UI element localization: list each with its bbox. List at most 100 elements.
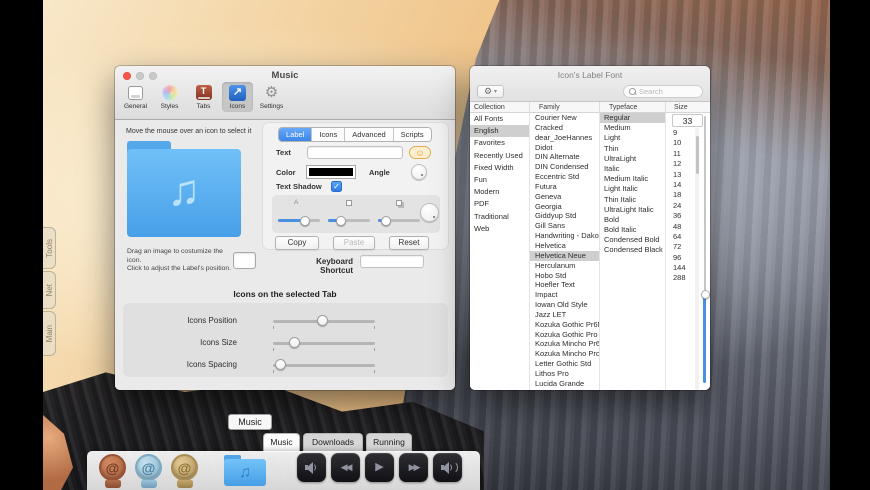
typeface-item[interactable]: Italic (600, 164, 665, 174)
collection-item[interactable]: Recently Used (470, 150, 529, 162)
size-item[interactable]: 24 (666, 201, 695, 211)
family-item[interactable]: Georgia (530, 202, 599, 212)
edge-tab-main[interactable]: Main (43, 311, 56, 356)
family-item[interactable]: Kozuka Gothic Pr6N (530, 320, 599, 330)
edge-tab-net[interactable]: Net (43, 271, 56, 309)
tab-scripts[interactable]: Scripts (393, 128, 431, 141)
dock-tab-music[interactable]: Music (263, 433, 300, 452)
family-item[interactable]: Cracked (530, 123, 599, 133)
size-item[interactable]: 18 (666, 190, 695, 200)
family-item[interactable]: Jazz LET (530, 310, 599, 320)
toolbar-item-styles[interactable]: Styles (154, 82, 185, 112)
dock-tab-downloads[interactable]: Downloads (303, 433, 363, 452)
collection-item[interactable]: All Fonts (470, 113, 529, 125)
family-item[interactable]: Handwriting - Dakota (530, 231, 599, 241)
size-item[interactable]: 11 (666, 149, 695, 159)
collection-item[interactable]: Fun (470, 174, 529, 186)
play-button[interactable]: ▶ (365, 453, 394, 482)
collection-item[interactable]: PDF (470, 198, 529, 210)
family-item[interactable]: Giddyup Std (530, 211, 599, 221)
collection-item[interactable]: Traditional (470, 211, 529, 223)
family-item[interactable]: Gill Sans (530, 221, 599, 231)
size-slider[interactable] (700, 116, 710, 383)
family-header[interactable]: Family (530, 102, 600, 113)
typeface-item[interactable]: UltraLight (600, 154, 665, 164)
family-item[interactable]: Kozuka Mincho Pro (530, 349, 599, 359)
family-item[interactable]: Lithos Pro (530, 369, 599, 379)
family-item[interactable]: Iowan Old Style (530, 300, 599, 310)
family-item[interactable]: Didot (530, 143, 599, 153)
collection-item[interactable]: Favorites (470, 137, 529, 149)
shadow-opacity-slider[interactable] (278, 215, 320, 226)
family-item[interactable]: Helvetica Neue (530, 250, 599, 261)
typeface-item[interactable]: Medium Italic (600, 174, 665, 184)
family-item[interactable]: Hobo Std (530, 271, 599, 281)
size-item[interactable]: 36 (666, 211, 695, 221)
family-item[interactable]: Herculanum (530, 261, 599, 271)
family-item[interactable]: Geneva (530, 192, 599, 202)
size-item[interactable]: 12 (666, 159, 695, 169)
zoom-button[interactable] (149, 72, 157, 80)
shadow-offset-slider[interactable] (378, 215, 420, 226)
family-item[interactable]: DIN Alternate (530, 152, 599, 162)
font-search-input[interactable]: Search (623, 85, 703, 98)
size-value-input[interactable]: 33 (672, 114, 703, 127)
size-item[interactable]: 48 (666, 222, 695, 232)
family-item[interactable]: Kozuka Gothic Pro (530, 330, 599, 340)
image-well[interactable] (233, 252, 256, 269)
reset-button[interactable]: Reset (389, 236, 429, 250)
collection-item[interactable]: Modern (470, 186, 529, 198)
close-button[interactable] (123, 72, 131, 80)
collection-header[interactable]: Collection (470, 102, 530, 113)
size-item[interactable]: 9 (666, 128, 695, 138)
tab-advanced[interactable]: Advanced (345, 128, 394, 141)
typeface-item[interactable]: Bold (600, 215, 665, 225)
family-item[interactable]: DIN Condensed (530, 162, 599, 172)
size-item[interactable]: 96 (666, 253, 695, 263)
size-item[interactable]: 10 (666, 138, 695, 148)
minimize-button[interactable] (136, 72, 144, 80)
toolbar-item-general[interactable]: General (120, 82, 151, 112)
icons-spacing-slider[interactable] (273, 359, 375, 372)
angle-dial[interactable] (411, 164, 427, 180)
font-actions-button[interactable]: ⚙ ▾ (477, 85, 504, 98)
icons-size-slider[interactable] (273, 337, 375, 350)
shadow-angle-dial[interactable] (420, 203, 439, 222)
at-stamp-copper-icon[interactable]: @ (98, 454, 128, 488)
size-list-scrollbar[interactable] (695, 128, 699, 390)
family-item[interactable]: Kozuka Mincho Pr6N (530, 339, 599, 349)
typeface-item[interactable]: Condensed Black (600, 245, 665, 255)
copy-button[interactable]: Copy (275, 236, 319, 250)
size-header[interactable]: Size (666, 102, 710, 113)
tab-label[interactable]: Label (279, 128, 313, 141)
volume-down-button[interactable] (297, 453, 326, 482)
size-item[interactable]: 288 (666, 273, 695, 283)
color-well[interactable] (307, 166, 355, 178)
family-item[interactable]: Courier New (530, 113, 599, 123)
music-folder-icon[interactable]: ♫ (224, 455, 266, 486)
typeface-item[interactable]: Medium (600, 123, 665, 133)
size-item[interactable]: 14 (666, 180, 695, 190)
rewind-button[interactable]: ◀◀ (331, 453, 360, 482)
size-item[interactable]: 13 (666, 170, 695, 180)
collection-item[interactable]: English (470, 125, 529, 138)
size-item[interactable]: 72 (666, 242, 695, 252)
at-stamp-gold-icon[interactable]: @ (170, 454, 200, 488)
family-item[interactable]: Helvetica (530, 241, 599, 251)
family-item[interactable]: Letter Gothic Std (530, 359, 599, 369)
emoji-picker-button[interactable]: ☺ (409, 146, 431, 159)
fast-forward-button[interactable]: ▶▶ (399, 453, 428, 482)
typeface-item[interactable]: Light Italic (600, 184, 665, 194)
typeface-item[interactable]: Regular (600, 113, 665, 124)
size-item[interactable]: 64 (666, 232, 695, 242)
toolbar-item-tabs[interactable]: T Tabs (188, 82, 219, 112)
family-item[interactable]: Eccentric Std (530, 172, 599, 182)
keyboard-shortcut-input[interactable] (360, 255, 424, 268)
music-folder-preview[interactable]: ♫ (127, 141, 241, 237)
text-shadow-checkbox[interactable]: ✓ (331, 181, 342, 192)
family-item[interactable]: Futura (530, 182, 599, 192)
family-item[interactable]: Hoefler Text (530, 280, 599, 290)
music-window-header[interactable]: Music General Styles T Tabs ↗ Icons ⚙ Se… (115, 66, 455, 120)
typeface-item[interactable]: Light (600, 133, 665, 143)
family-item[interactable]: Impact (530, 290, 599, 300)
